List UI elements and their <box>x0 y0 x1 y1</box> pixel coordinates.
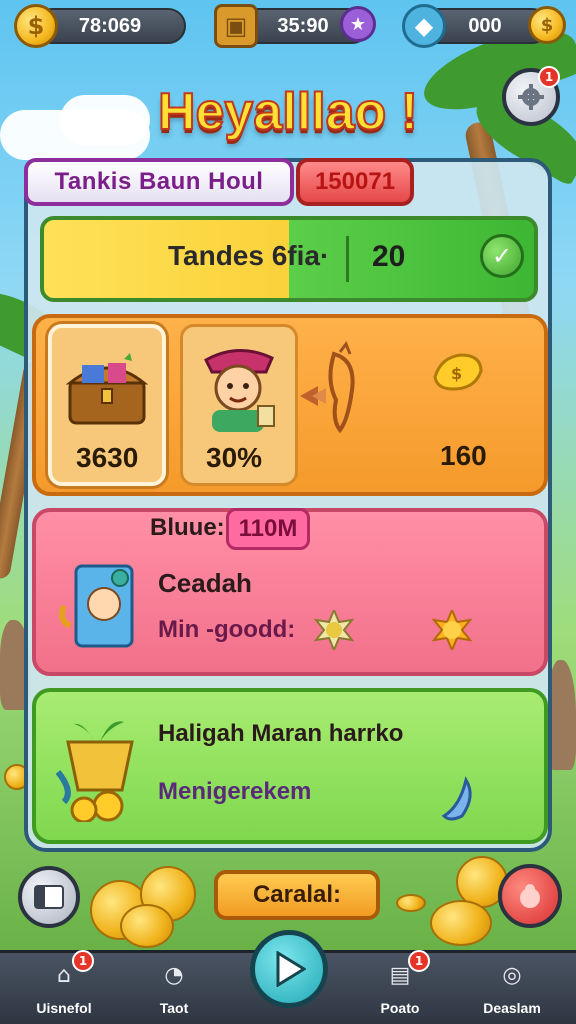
cancel-button[interactable]: Caralal: <box>214 870 380 920</box>
gear-icon <box>518 84 544 110</box>
plant-offer-line-2: Menigerekem <box>158 778 312 805</box>
rock <box>548 660 576 770</box>
svg-text:$: $ <box>451 364 462 383</box>
nav-item-news[interactable]: ▤ Poato <box>350 956 450 1017</box>
character-card-icon <box>56 560 140 652</box>
panel-title: Tankis Baun Houl <box>24 158 294 206</box>
alert-button[interactable] <box>498 864 562 928</box>
progress-value: 20 <box>372 240 406 273</box>
notification-badge: 1 <box>408 950 430 972</box>
arrow-creature-icon <box>296 340 370 440</box>
plant-pot-icon <box>54 712 146 822</box>
nav-item-search[interactable]: ◎ Deaslam <box>462 956 562 1017</box>
inventory-button[interactable] <box>18 866 80 928</box>
reward-value: 3630 <box>76 442 139 473</box>
crate-icon: ▣ <box>214 4 258 48</box>
timer-icon: ◔ <box>164 962 184 988</box>
reward-value: 160 <box>440 440 487 471</box>
coin-pile <box>120 904 174 948</box>
gold-nugget-icon: $ <box>430 350 486 394</box>
progress-collect-button[interactable]: ✓ <box>480 234 524 278</box>
coin-icon: $ <box>14 4 58 48</box>
page-title: Heyalllao ! <box>157 82 419 142</box>
nav-label: Taot <box>159 1000 189 1016</box>
panel-id-badge: 150071 <box>296 158 414 206</box>
play-button[interactable] <box>250 930 328 1008</box>
add-coins-button[interactable]: $ <box>528 6 566 44</box>
coin-pile <box>430 900 492 946</box>
coin-pile <box>396 894 426 912</box>
reward-value: 30% <box>206 442 263 473</box>
sun-badge-icon <box>314 610 354 650</box>
nav-item-home[interactable]: ⌂ Uisnefol <box>14 956 114 1017</box>
sun-coin-icon <box>432 610 472 650</box>
notification-badge: 1 <box>538 66 560 88</box>
plant-offer-line-1: Haligah Maran harrko <box>158 720 404 747</box>
gems-value: 000 <box>468 14 502 37</box>
offer-line-2: Min -goodd: <box>158 616 296 643</box>
nav-item-timer[interactable]: ◔ Taot <box>124 956 224 1017</box>
offer-label: Bluue: <box>150 514 225 541</box>
leaf-icon: ✓ <box>491 242 513 270</box>
window-icon <box>34 885 64 909</box>
nav-label: Deaslam <box>483 1000 541 1016</box>
wallet-icon: ◆ <box>402 4 446 48</box>
crates-value: 35:90 <box>277 14 329 37</box>
nav-label: Uisnefol <box>36 1000 92 1016</box>
crystal-icon <box>436 776 478 824</box>
star-add-button[interactable]: ★ <box>340 6 376 42</box>
notification-badge: 1 <box>72 950 94 972</box>
bug-icon <box>520 884 540 908</box>
offer-line-1: Ceadah <box>158 568 252 598</box>
coins-value: 78:069 <box>78 14 142 37</box>
nav-label: Poato <box>380 1000 420 1016</box>
progress-divider <box>346 236 349 282</box>
progress-label: Tandes 6fia· <box>168 240 330 271</box>
treasure-chest-icon <box>62 352 152 428</box>
character-icon <box>190 336 286 436</box>
offer-amount-badge: 110M <box>226 508 310 550</box>
magnifier-icon: ◎ <box>502 962 522 988</box>
play-icon <box>276 951 306 987</box>
